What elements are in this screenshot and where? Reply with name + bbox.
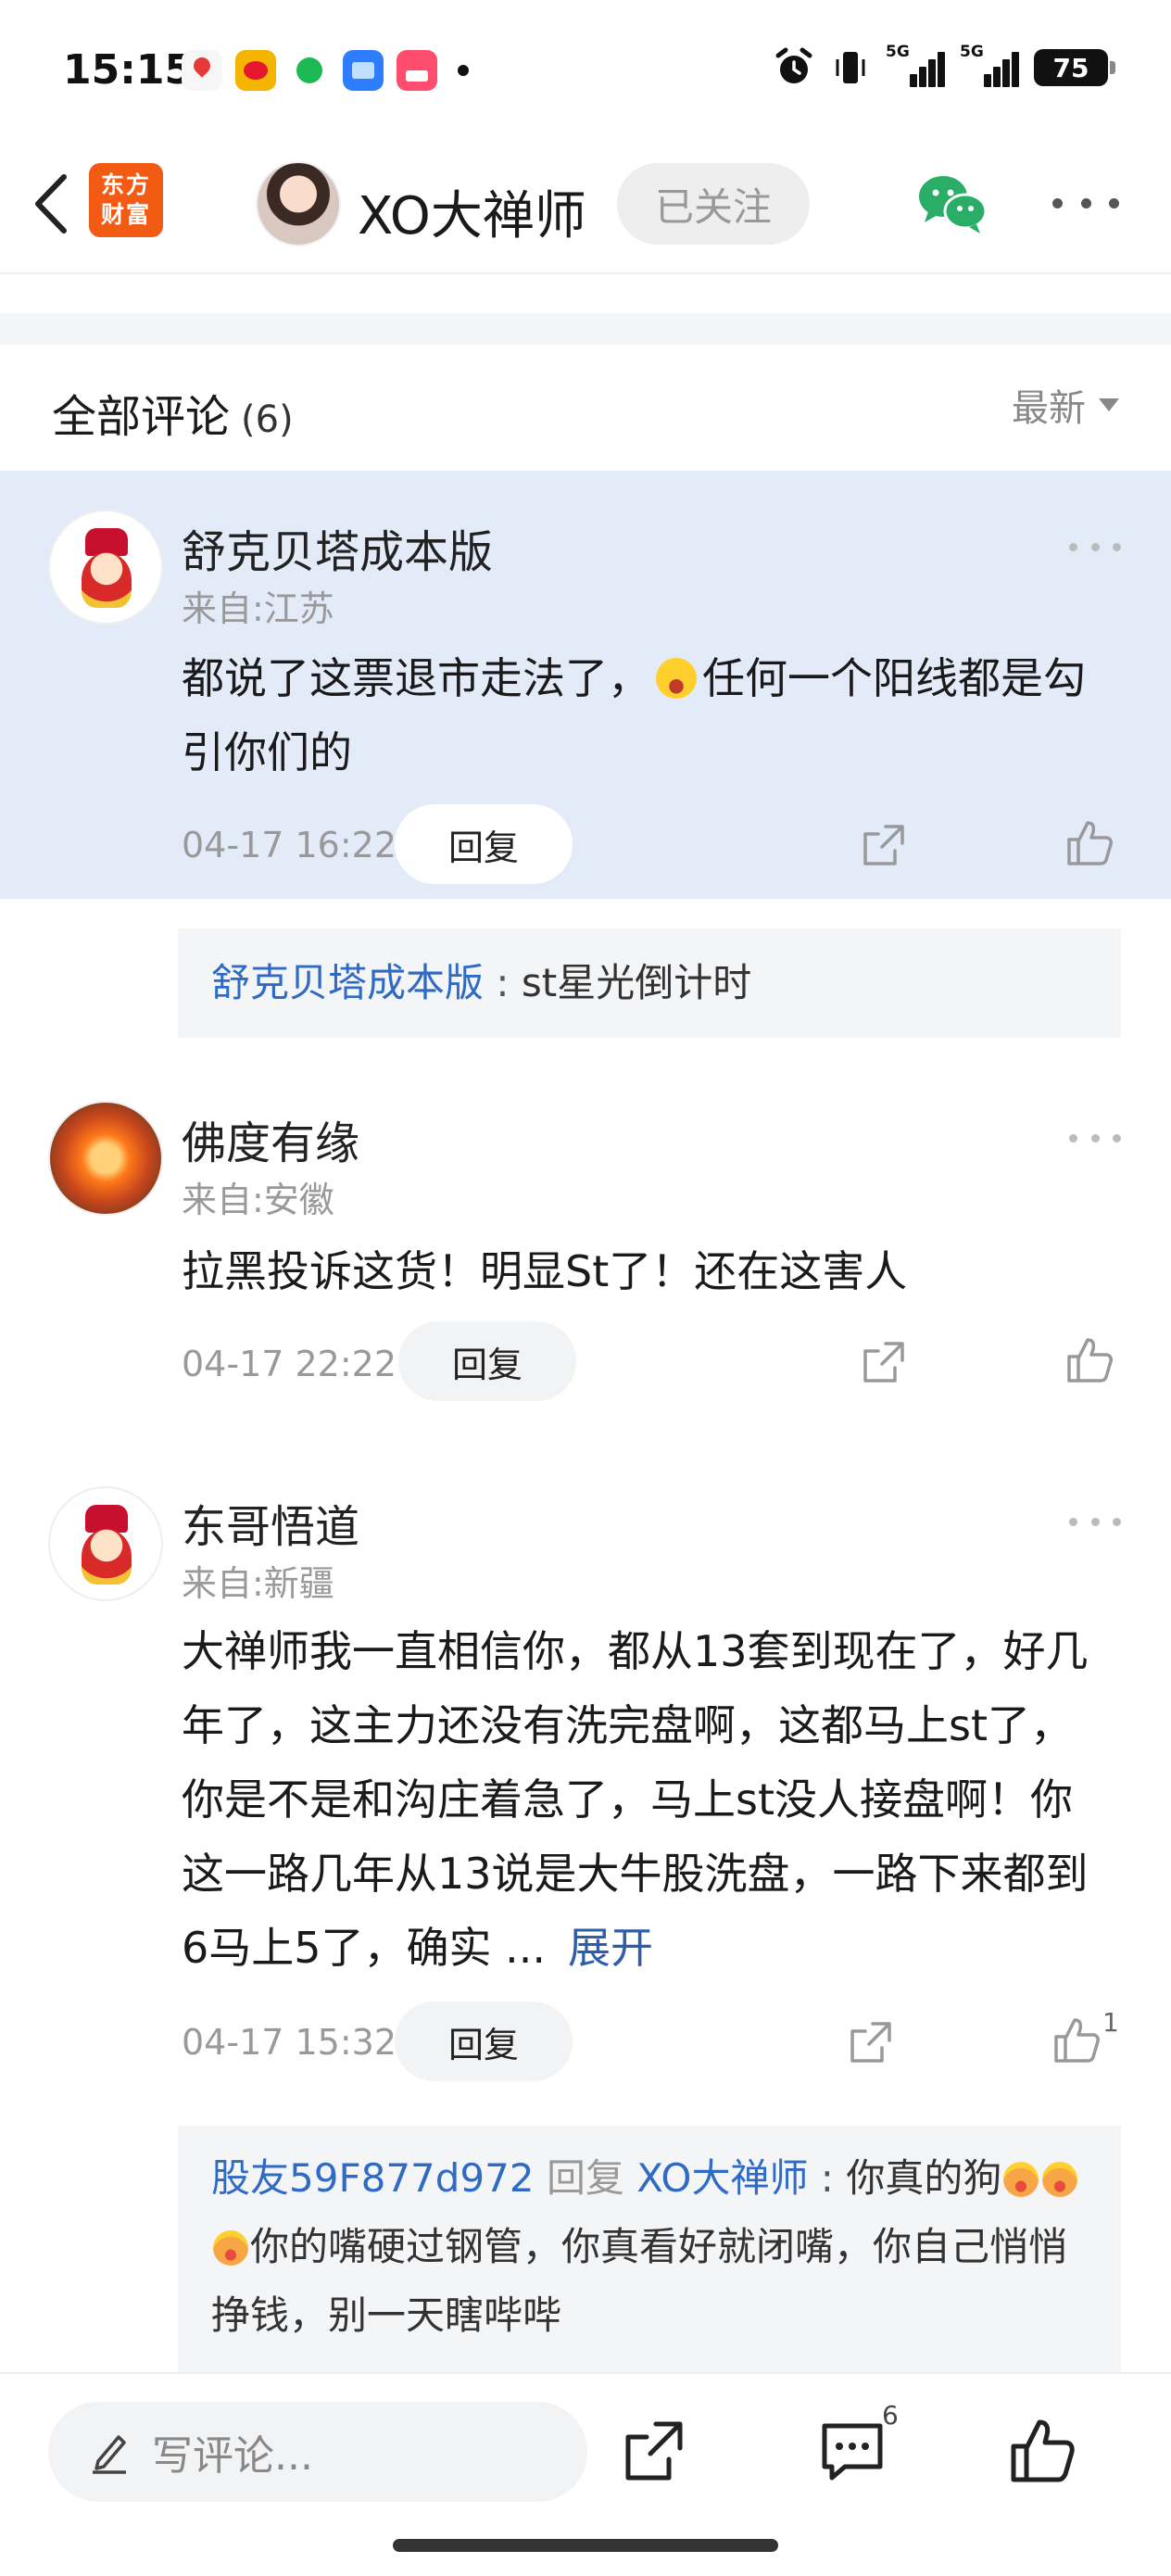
section-title-text: 全部评论 bbox=[52, 391, 231, 443]
comments-section-title: 全部评论 (6) bbox=[52, 380, 294, 445]
comment-count-badge: 6 bbox=[882, 2400, 899, 2431]
signal-label: 5G bbox=[886, 43, 910, 61]
logo-text: 东方 bbox=[100, 171, 151, 198]
caret-down-icon bbox=[1099, 398, 1119, 411]
commenter-name[interactable]: 东哥悟道 bbox=[182, 1490, 359, 1555]
reply-button[interactable]: 回复 bbox=[395, 804, 573, 884]
more-notifications-dot-icon bbox=[458, 65, 469, 76]
wechat-share-button[interactable] bbox=[915, 169, 989, 239]
reply-item: 股友59F877d972 回复 XO大禅师 : 你真的狗你的嘴硬过钢管，你真看好… bbox=[211, 2144, 1101, 2350]
commenter-location: 来自:安徽 bbox=[182, 1180, 334, 1220]
share-icon[interactable] bbox=[845, 2016, 897, 2068]
comment-count: (6) bbox=[241, 398, 294, 441]
reply-verb: 回复 bbox=[534, 2155, 637, 2201]
share-icon[interactable] bbox=[858, 1336, 910, 1388]
author-name[interactable]: XO大禅师 bbox=[358, 174, 586, 249]
sort-dropdown[interactable]: 最新 bbox=[1012, 378, 1119, 432]
post-header: 东方 财富 XO大禅师 已关注 bbox=[0, 139, 1171, 274]
comment-item: 佛度有缘 来自:安徽 拉黑投诉这货！明显St了！还在这害人 04-17 22:2… bbox=[0, 1084, 1171, 1418]
laughing-emoji-icon bbox=[656, 658, 697, 699]
signal-label: 5G bbox=[960, 43, 984, 61]
notification-icons bbox=[182, 50, 469, 91]
dot-icon bbox=[1052, 197, 1063, 208]
thumbs-up-icon[interactable] bbox=[1006, 2415, 1080, 2489]
travel-app-icon bbox=[397, 50, 437, 91]
comment-text[interactable]: 拉黑投诉这货！明显St了！还在这害人 bbox=[182, 1234, 1108, 1308]
system-icons: 5G 5G 75 bbox=[773, 43, 1115, 89]
expand-link[interactable]: 展开 bbox=[568, 1923, 653, 1973]
back-button[interactable] bbox=[19, 167, 83, 241]
reply-thread[interactable]: 股友59F877d972 回复 XO大禅师 : 你真的狗你的嘴硬过钢管，你真看好… bbox=[178, 2126, 1121, 2372]
reply-username[interactable]: 舒克贝塔成本版 bbox=[211, 960, 484, 1005]
comment-more-button[interactable] bbox=[1069, 537, 1121, 556]
author-avatar[interactable] bbox=[256, 161, 341, 246]
reply-text: 你的嘴硬过钢管，你真看好就闭嘴，你自己悄悄挣钱，别一天瞎哔哔 bbox=[211, 2224, 1068, 2338]
comment-text[interactable]: 都说了这票退市走法了， 任何一个阳线都是勾引你们的 bbox=[182, 641, 1108, 789]
wechat-icon bbox=[919, 176, 988, 234]
reply-separator: : bbox=[808, 2155, 847, 2201]
files-app-icon bbox=[343, 50, 384, 91]
commenter-location: 来自:新疆 bbox=[182, 1563, 334, 1604]
share-icon[interactable] bbox=[617, 2415, 691, 2489]
reply-target-username[interactable]: XO大禅师 bbox=[636, 2155, 808, 2201]
share-icon[interactable] bbox=[858, 819, 910, 871]
dot-icon bbox=[1080, 197, 1091, 208]
following-button[interactable]: 已关注 bbox=[617, 163, 810, 245]
reply-thread[interactable]: 舒克贝塔成本版 : st星光倒计时 bbox=[178, 928, 1121, 1038]
battery-icon: 75 bbox=[1034, 49, 1115, 86]
reply-username[interactable]: 股友59F877d972 bbox=[211, 2155, 535, 2201]
commenter-avatar[interactable] bbox=[48, 1101, 163, 1216]
pencil-icon bbox=[93, 2435, 126, 2474]
home-indicator[interactable] bbox=[393, 2539, 778, 2552]
comment-text-body: 大禅师我一直相信你，都从13套到现在了，好几年了，这主力还没有洗完盘啊，这都马上… bbox=[182, 1626, 1089, 1973]
input-placeholder: 写评论... bbox=[152, 2432, 313, 2480]
signal-5g-icon: 5G bbox=[960, 43, 1019, 89]
write-comment-input[interactable]: 写评论... bbox=[48, 2402, 587, 2502]
battery-level: 75 bbox=[1034, 49, 1108, 86]
dizzy-emoji-icon bbox=[1042, 2162, 1078, 2197]
reply-item: 舒克贝塔成本版 : st星光倒计时 bbox=[211, 949, 1101, 1017]
weibo-app-icon bbox=[235, 50, 276, 91]
app-logo[interactable]: 东方 财富 bbox=[89, 163, 163, 237]
dot-icon bbox=[1109, 197, 1119, 208]
comment-icon[interactable] bbox=[815, 2415, 889, 2489]
dizzy-emoji-icon bbox=[1003, 2162, 1039, 2197]
commenter-name[interactable]: 舒克贝塔成本版 bbox=[182, 515, 493, 580]
like-count: 1 bbox=[1102, 2007, 1119, 2038]
thumbs-up-icon[interactable] bbox=[1064, 1334, 1115, 1386]
map-app-icon bbox=[182, 50, 222, 91]
comment-more-button[interactable] bbox=[1069, 1129, 1121, 1147]
reply-button[interactable]: 回复 bbox=[395, 2001, 573, 2081]
dizzy-emoji-icon bbox=[213, 2230, 248, 2266]
reply-text: st星光倒计时 bbox=[521, 960, 752, 1005]
signal-5g-icon: 5G bbox=[886, 43, 945, 89]
comment-text-part: 都说了这票退市走法了， bbox=[182, 653, 650, 703]
thumbs-up-icon[interactable] bbox=[1064, 817, 1115, 869]
comment-time: 04-17 16:22 bbox=[182, 825, 397, 865]
commenter-avatar[interactable] bbox=[48, 1486, 163, 1601]
comment-text[interactable]: 大禅师我一直相信你，都从13套到现在了，好几年了，这主力还没有洗完盘啊，这都马上… bbox=[182, 1614, 1108, 1985]
more-options-button[interactable] bbox=[1052, 180, 1119, 226]
thumbs-up-icon[interactable] bbox=[1051, 2014, 1102, 2066]
comment-item: 舒克贝塔成本版 来自:江苏 都说了这票退市走法了， 任何一个阳线都是勾引你们的 0… bbox=[0, 471, 1171, 899]
alarm-icon bbox=[775, 47, 812, 83]
comment-more-button[interactable] bbox=[1069, 1512, 1121, 1531]
status-bar: 15:15 5G 5G 75 bbox=[0, 0, 1171, 139]
vibrate-icon bbox=[836, 52, 865, 83]
comment-time: 04-17 22:22 bbox=[182, 1344, 397, 1384]
commenter-avatar[interactable] bbox=[48, 510, 163, 625]
status-time: 15:15 bbox=[63, 46, 194, 94]
back-arrow-icon bbox=[35, 174, 67, 234]
comment-time: 04-17 15:32 bbox=[182, 2022, 397, 2063]
commenter-name[interactable]: 佛度有缘 bbox=[182, 1106, 359, 1171]
reply-button[interactable]: 回复 bbox=[398, 1321, 576, 1401]
spotify-app-icon bbox=[289, 50, 330, 91]
reply-separator: : bbox=[484, 960, 522, 1005]
comment-item: 东哥悟道 来自:新疆 大禅师我一直相信你，都从13套到现在了，好几年了，这主力还… bbox=[0, 1466, 1171, 2115]
sort-label: 最新 bbox=[1012, 387, 1086, 430]
section-divider bbox=[0, 313, 1171, 345]
logo-text: 财富 bbox=[100, 201, 151, 228]
reply-text: 你真的狗 bbox=[846, 2155, 1002, 2201]
commenter-location: 来自:江苏 bbox=[182, 588, 334, 629]
